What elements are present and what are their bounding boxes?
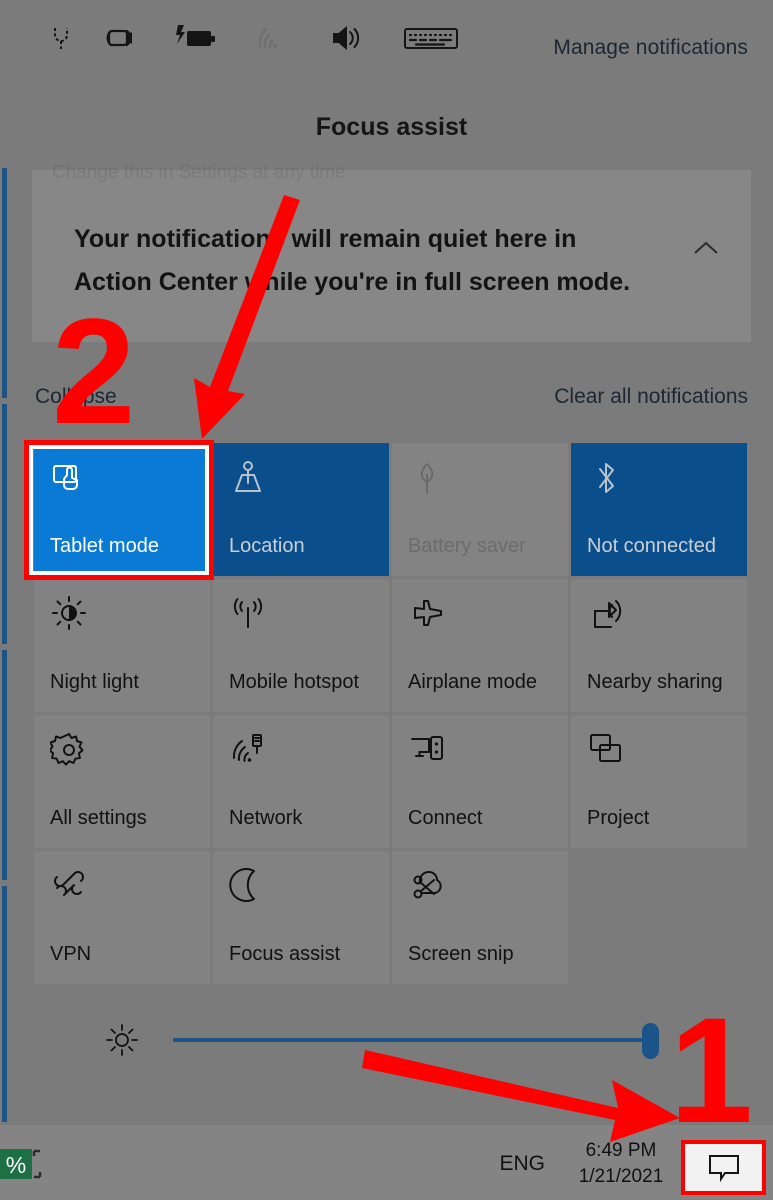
- quick-action-tile-network[interactable]: Network: [213, 715, 389, 848]
- quick-action-tile-label: Focus assist: [229, 943, 341, 965]
- brightness-slider-row: [10, 1010, 773, 1070]
- leaf-icon: [420, 463, 434, 494]
- page-title: Focus assist: [315, 113, 468, 141]
- airplane-icon: [414, 600, 442, 626]
- language-indicator[interactable]: ENG: [499, 1152, 545, 1176]
- quick-action-tile-label: Not connected: [587, 535, 716, 557]
- quick-action-tile-label: VPN: [50, 943, 92, 965]
- screen-snip-icon: [413, 870, 442, 899]
- desktop-strip: [2, 650, 7, 880]
- desktop-strip: [2, 168, 7, 398]
- excel-percent-icon[interactable]: %: [0, 1145, 42, 1183]
- clock-date: 1/21/2021: [578, 1166, 664, 1187]
- quick-action-tile-screen-snip[interactable]: Screen snip: [392, 851, 568, 984]
- quick-action-tile-label: Airplane mode: [408, 671, 537, 693]
- nearby-sharing-icon: [594, 600, 622, 628]
- quick-action-tile-mobile-hotspot[interactable]: Mobile hotspot: [213, 579, 389, 712]
- quick-action-tile-project[interactable]: Project: [571, 715, 747, 848]
- chevron-up-icon[interactable]: [689, 232, 723, 266]
- quick-action-tile-label: Mobile hotspot: [229, 671, 360, 693]
- quick-action-tile-not-connected[interactable]: Not connected: [571, 443, 747, 576]
- quick-action-tile-empty: [571, 851, 747, 984]
- clear-all-notifications-link[interactable]: Clear all notifications: [554, 385, 748, 409]
- desktop-strip: [2, 404, 7, 644]
- clock-time: 6:49 PM: [585, 1140, 657, 1161]
- action-center-button[interactable]: [681, 1140, 766, 1195]
- clock[interactable]: 6:49 PM 1/21/2021: [566, 1138, 676, 1190]
- manage-notifications-link[interactable]: Manage notifications: [553, 36, 748, 60]
- action-center-panel: Manage notifications Focus assist Your n…: [10, 0, 773, 1125]
- quick-action-tile-night-light[interactable]: Night light: [34, 579, 210, 712]
- battery-charging-icon[interactable]: [170, 19, 218, 57]
- quick-action-tile-label: Tablet mode: [50, 535, 159, 557]
- speech-bubble-icon: [708, 1154, 739, 1182]
- notification-card[interactable]: Your notifications will remain quiet her…: [32, 170, 751, 342]
- screen-root: Manage notifications Focus assist Your n…: [0, 0, 773, 1200]
- collapse-link[interactable]: Collapse: [35, 385, 117, 409]
- plug-icon[interactable]: [42, 19, 80, 57]
- quick-action-tile-focus-assist[interactable]: Focus assist: [213, 851, 389, 984]
- brightness-slider-thumb[interactable]: [642, 1023, 659, 1059]
- camera-icon[interactable]: [100, 19, 138, 57]
- brightness-slider-track[interactable]: [173, 1038, 649, 1042]
- volume-icon[interactable]: [328, 19, 366, 57]
- quick-action-tile-battery-saver[interactable]: Battery saver: [392, 443, 568, 576]
- connect-icon: [411, 736, 443, 760]
- svg-text:%: %: [6, 1152, 26, 1178]
- quick-action-tile-location[interactable]: Location: [213, 443, 389, 576]
- quick-action-tile-label: Night light: [50, 671, 139, 693]
- quick-action-tile-tablet-mode[interactable]: Tablet mode: [34, 443, 210, 576]
- quick-action-tile-all-settings[interactable]: All settings: [34, 715, 210, 848]
- vpn-icon: [54, 871, 84, 896]
- quick-action-tile-label: All settings: [50, 807, 147, 829]
- quick-action-tile-label: Screen snip: [408, 943, 514, 965]
- moon-icon: [229, 868, 255, 902]
- quick-action-tile-label: Project: [587, 807, 650, 829]
- hotspot-icon: [233, 598, 263, 628]
- quick-action-tile-label: Battery saver: [408, 535, 526, 557]
- quick-action-tile-connect[interactable]: Connect: [392, 715, 568, 848]
- night-light-icon: [52, 596, 86, 630]
- desktop-strip: [2, 886, 7, 1122]
- quick-action-tile-vpn[interactable]: VPN: [34, 851, 210, 984]
- quick-action-tile-label: Location: [229, 535, 305, 557]
- tablet-mode-icon: [53, 465, 78, 490]
- quick-actions-grid: Tablet mode Location Battery saver Not co…: [34, 443, 750, 984]
- brightness-icon: [106, 1024, 138, 1056]
- quick-action-tile-label: Network: [229, 807, 303, 829]
- wifi-icon[interactable]: [252, 19, 290, 57]
- gear-icon: [50, 733, 84, 766]
- notification-body-text: Your notifications will remain quiet her…: [74, 225, 631, 296]
- keyboard-icon[interactable]: [400, 19, 462, 57]
- location-icon: [235, 461, 261, 492]
- quick-action-tile-label: Connect: [408, 807, 483, 829]
- bluetooth-icon: [599, 463, 614, 493]
- project-icon: [590, 734, 621, 762]
- quick-action-tile-label: Nearby sharing: [587, 671, 723, 693]
- network-icon: [232, 734, 262, 762]
- quick-action-tile-airplane-mode[interactable]: Airplane mode: [392, 579, 568, 712]
- notification-subtext: Change this in Settings at any time: [52, 162, 346, 183]
- quick-action-tile-nearby-sharing[interactable]: Nearby sharing: [571, 579, 747, 712]
